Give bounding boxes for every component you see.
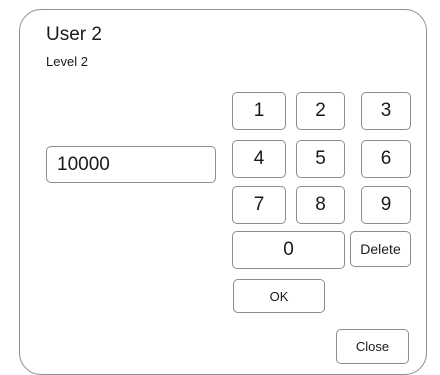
key-9-button[interactable]: 9 xyxy=(361,186,411,224)
key-8-button[interactable]: 8 xyxy=(296,186,345,224)
key-3-button[interactable]: 3 xyxy=(361,92,411,130)
dialog-title: User 2 xyxy=(46,24,102,45)
value-text: 10000 xyxy=(57,153,110,175)
close-button[interactable]: Close xyxy=(336,329,409,364)
ok-button[interactable]: OK xyxy=(233,279,325,313)
key-0-button[interactable]: 0 xyxy=(232,231,345,269)
value-input[interactable]: 10000 xyxy=(46,146,216,183)
key-7-button[interactable]: 7 xyxy=(232,186,286,224)
delete-button[interactable]: Delete xyxy=(350,231,411,267)
key-2-button[interactable]: 2 xyxy=(296,92,345,130)
key-6-button[interactable]: 6 xyxy=(361,140,411,178)
key-1-button[interactable]: 1 xyxy=(232,92,286,130)
key-5-button[interactable]: 5 xyxy=(296,140,345,178)
dialog-subtitle: Level 2 xyxy=(46,54,88,69)
key-4-button[interactable]: 4 xyxy=(232,140,286,178)
